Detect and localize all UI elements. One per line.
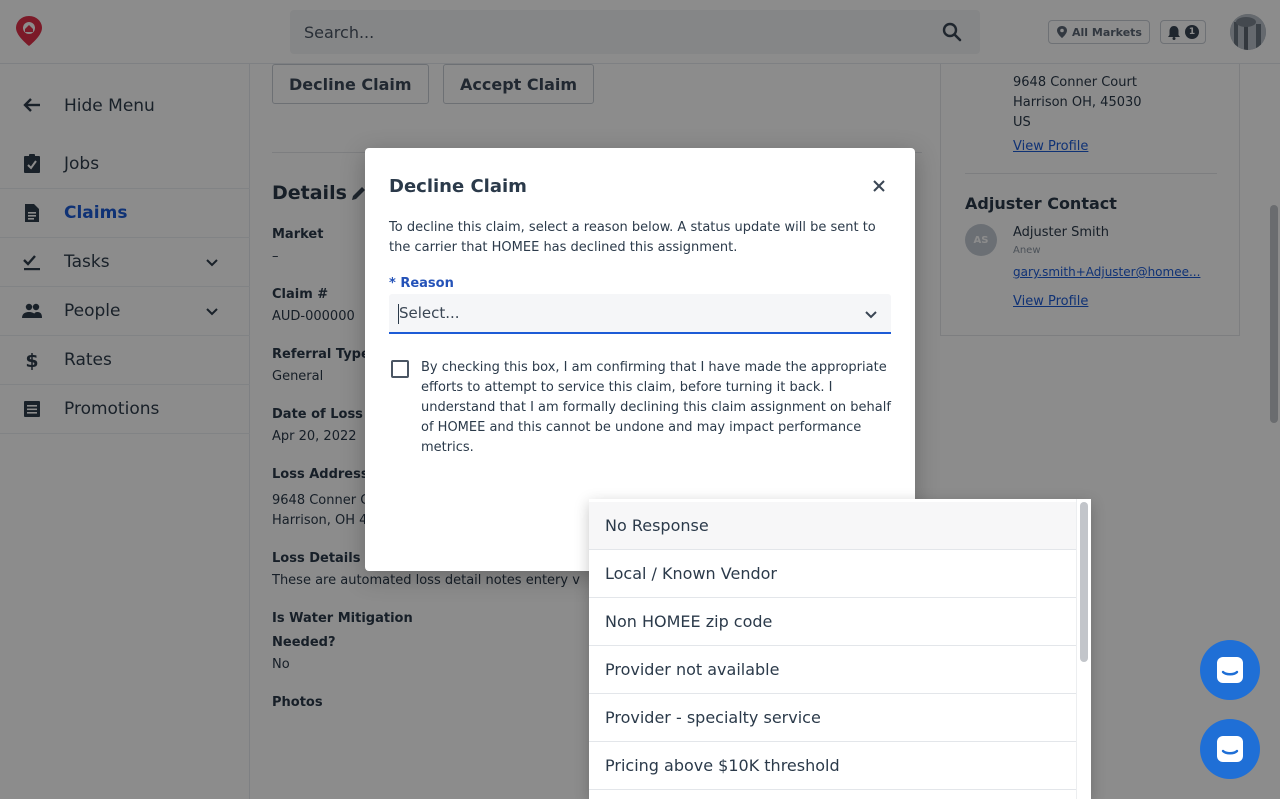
chat-launcher-button[interactable] [1200,719,1260,779]
confirm-checkbox[interactable] [391,360,409,378]
chat-icon [1217,657,1243,683]
chat-launcher-button[interactable] [1200,640,1260,700]
reason-option[interactable]: Provider not available [589,646,1076,694]
modal-description: To decline this claim, select a reason b… [389,220,876,255]
close-icon[interactable] [868,175,890,197]
dropdown-scrollbar-thumb[interactable] [1080,502,1088,662]
reason-option[interactable]: Non HOMEE zip code [589,598,1076,646]
reason-option[interactable]: Local / Known Vendor [589,550,1076,598]
reason-select[interactable]: Select... [389,294,891,334]
reason-option[interactable]: No Response [589,502,1076,550]
reason-option[interactable]: Pricing above $10K threshold [589,742,1076,790]
chat-icon [1217,736,1243,762]
confirm-checkbox-label: By checking this box, I am confirming th… [421,360,891,455]
modal-title: Decline Claim [389,176,527,197]
reason-select-placeholder: Select... [399,304,460,322]
reason-option[interactable]: Provider - specialty service [589,694,1076,742]
reason-option[interactable] [589,790,1076,799]
chevron-down-icon [865,311,877,319]
reason-label: * Reason [389,276,454,291]
reason-dropdown-menu: No Response Local / Known Vendor Non HOM… [589,499,1091,799]
